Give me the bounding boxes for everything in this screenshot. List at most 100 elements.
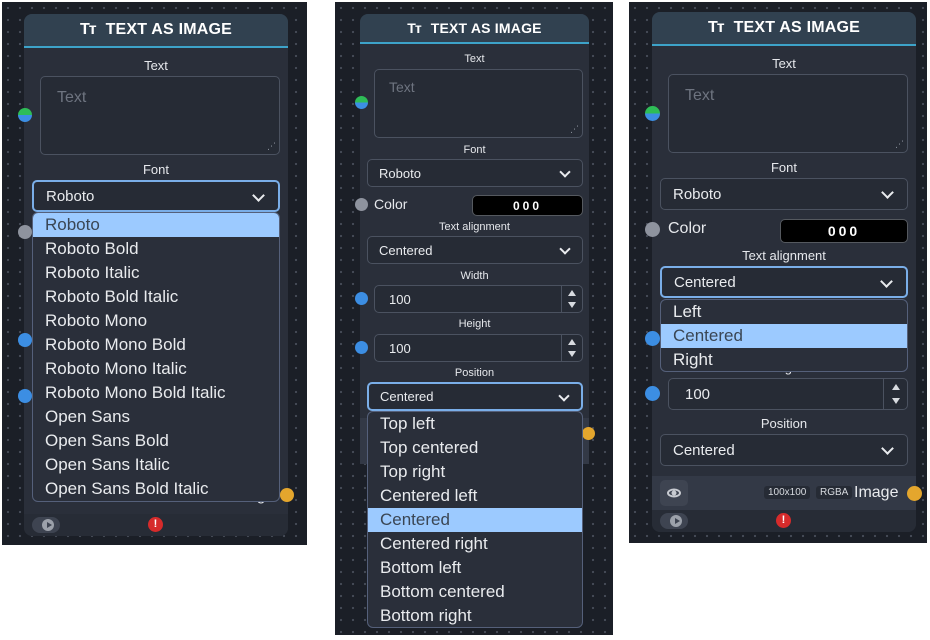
color-input-socket[interactable] — [18, 225, 32, 239]
error-icon[interactable]: ! — [776, 513, 791, 528]
height-label: Height — [458, 318, 491, 330]
dropdown-option[interactable]: Right — [661, 348, 907, 371]
height-spinner[interactable] — [561, 335, 582, 361]
dropdown-option[interactable]: Open Sans Bold Italic — [33, 477, 279, 501]
image-output-socket[interactable] — [280, 488, 294, 502]
text-input-socket[interactable] — [18, 108, 32, 122]
text-alignment-value: Centered — [674, 273, 736, 291]
text-alignment-select[interactable]: Centered — [367, 236, 583, 264]
text-placeholder: Text — [685, 87, 715, 104]
width-input-socket[interactable] — [645, 331, 660, 346]
text-as-image-node-2[interactable]: Tт TEXT AS IMAGE Text Text ⋰ Font Roboto… — [360, 14, 589, 464]
position-select[interactable]: Centered — [660, 434, 908, 466]
dropdown-option[interactable]: Centered left — [368, 484, 582, 508]
node-header[interactable]: Tт TEXT AS IMAGE — [652, 12, 916, 46]
height-input-socket[interactable] — [18, 389, 32, 403]
color-value-field[interactable]: 000 — [780, 219, 908, 243]
width-input-socket[interactable] — [18, 333, 32, 347]
dropdown-option[interactable]: Roboto Mono Bold Italic — [33, 381, 279, 405]
dropdown-option[interactable]: Open Sans Bold — [33, 429, 279, 453]
spinner-down-icon[interactable] — [568, 302, 576, 308]
font-select[interactable]: Roboto — [367, 159, 583, 187]
spinner-up-icon[interactable] — [891, 384, 900, 390]
size-chip: 100x100 — [764, 486, 811, 499]
spinner-down-icon[interactable] — [568, 351, 576, 357]
text-input-socket[interactable] — [355, 96, 368, 109]
dropdown-option[interactable]: Roboto — [33, 213, 279, 237]
font-dropdown-list[interactable]: Roboto Roboto Bold Roboto Italic Roboto Bol… — [32, 212, 280, 502]
node-bottom-bar: ! — [24, 514, 288, 536]
font-label: Font — [142, 162, 169, 177]
position-dropdown-list[interactable]: Top left Top centered Top right Centered le… — [367, 411, 583, 628]
text-label: Text — [772, 56, 796, 71]
height-number-input[interactable]: 100 — [374, 334, 583, 362]
resize-grip-icon[interactable]: ⋰ — [267, 141, 276, 152]
node-header[interactable]: Tт TEXT AS IMAGE — [24, 14, 288, 48]
dropdown-option[interactable]: Roboto Mono Italic — [33, 357, 279, 381]
color-input-socket[interactable] — [355, 198, 368, 211]
text-placeholder: Text — [389, 79, 415, 95]
height-value: 100 — [389, 341, 411, 356]
dropdown-option[interactable]: Open Sans Italic — [33, 453, 279, 477]
font-select[interactable]: Roboto — [32, 180, 280, 212]
chevron-down-icon — [880, 275, 893, 288]
dropdown-option[interactable]: Centered — [368, 508, 582, 532]
dropdown-option[interactable]: Bottom right — [368, 604, 582, 627]
dropdown-option[interactable]: Top left — [368, 412, 582, 436]
spinner-up-icon[interactable] — [568, 339, 576, 345]
error-icon[interactable]: ! — [148, 517, 163, 532]
dropdown-option[interactable]: Centered — [661, 324, 907, 348]
text-type-icon: Tт — [79, 21, 97, 38]
width-spinner[interactable] — [561, 286, 582, 312]
color-value-field[interactable]: 000 — [472, 195, 583, 216]
node-footer: 100x100 RGBA Image — [652, 476, 916, 510]
text-alignment-dropdown-list[interactable]: Left Centered Right — [660, 299, 908, 372]
output-label: Image — [854, 484, 899, 501]
dropdown-option[interactable]: Top centered — [368, 436, 582, 460]
position-select[interactable]: Centered — [367, 382, 583, 411]
text-input[interactable]: Text ⋰ — [668, 74, 908, 153]
node-title: TEXT AS IMAGE — [430, 20, 542, 36]
resize-grip-icon[interactable]: ⋰ — [895, 139, 904, 150]
font-select[interactable]: Roboto — [660, 178, 908, 210]
text-input[interactable]: Text ⋰ — [374, 69, 583, 138]
dropdown-option[interactable]: Roboto Mono Bold — [33, 333, 279, 357]
text-input[interactable]: Text ⋰ — [40, 76, 280, 155]
dropdown-option[interactable]: Left — [661, 300, 907, 324]
preview-toggle-button[interactable] — [660, 480, 688, 506]
height-input-socket[interactable] — [355, 341, 368, 354]
dropdown-option[interactable]: Roboto Italic — [33, 261, 279, 285]
play-button[interactable] — [660, 513, 688, 529]
dropdown-option[interactable]: Centered right — [368, 532, 582, 556]
width-label: Width — [460, 270, 489, 282]
font-select-value: Roboto — [673, 185, 722, 203]
width-number-input[interactable]: 100 — [374, 285, 583, 313]
dropdown-option[interactable]: Open Sans — [33, 405, 279, 429]
spinner-down-icon[interactable] — [891, 398, 900, 404]
height-value: 100 — [685, 386, 711, 403]
dropdown-option[interactable]: Top right — [368, 460, 582, 484]
dropdown-option[interactable]: Bottom centered — [368, 580, 582, 604]
node-header[interactable]: Tт TEXT AS IMAGE — [360, 14, 589, 44]
color-input-socket[interactable] — [645, 222, 660, 237]
resize-grip-icon[interactable]: ⋰ — [570, 124, 579, 135]
image-output-socket[interactable] — [907, 486, 922, 501]
text-alignment-select[interactable]: Centered — [660, 266, 908, 298]
width-value: 100 — [389, 292, 411, 307]
play-button[interactable] — [32, 517, 60, 533]
dropdown-option[interactable]: Bottom left — [368, 556, 582, 580]
height-number-input[interactable]: 100 — [668, 378, 908, 410]
image-output-socket[interactable] — [582, 427, 595, 440]
spinner-up-icon[interactable] — [568, 290, 576, 296]
height-input-socket[interactable] — [645, 386, 660, 401]
text-label: Text — [144, 58, 168, 73]
text-as-image-node-3[interactable]: Tт TEXT AS IMAGE Text Text ⋰ Font Roboto… — [652, 12, 916, 532]
height-spinner[interactable] — [883, 379, 907, 409]
width-input-socket[interactable] — [355, 292, 368, 305]
dropdown-option[interactable]: Roboto Bold Italic — [33, 285, 279, 309]
dropdown-option[interactable]: Roboto Bold — [33, 237, 279, 261]
text-alignment-value: Centered — [379, 242, 433, 258]
position-label: Position — [454, 367, 495, 379]
text-input-socket[interactable] — [645, 106, 660, 121]
dropdown-option[interactable]: Roboto Mono — [33, 309, 279, 333]
